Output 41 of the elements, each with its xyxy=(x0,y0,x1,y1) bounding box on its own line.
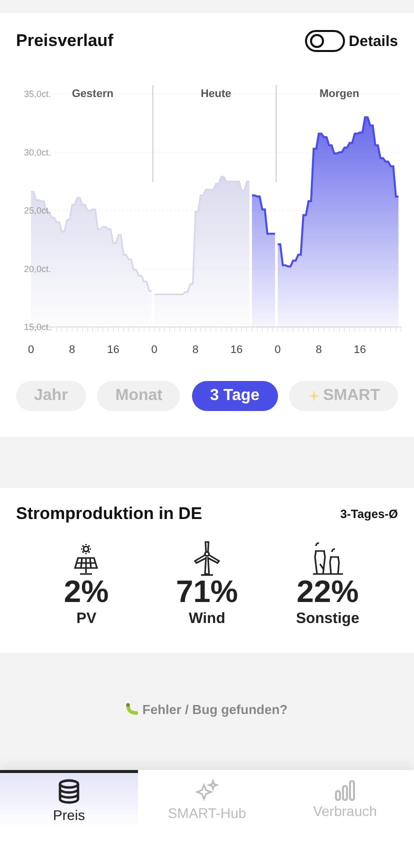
hour-label: 8 xyxy=(192,344,198,356)
hour-label: 0 xyxy=(274,344,281,356)
bug-report-link[interactable]: Fehler / Bug gefunden? xyxy=(142,702,288,716)
card-title: Preisverlauf xyxy=(16,31,114,51)
share-value: 71% xyxy=(176,576,238,608)
sparkle-icon xyxy=(307,389,322,403)
day-label: Morgen xyxy=(319,88,360,100)
share-value: 2% xyxy=(64,576,109,608)
nav-tab[interactable]: Verbrauch xyxy=(276,770,414,829)
day-label: Gestern xyxy=(72,88,114,100)
caterpillar-icon xyxy=(126,703,138,715)
hour-label: 8 xyxy=(69,344,76,356)
card-title: Stromproduktion in DE xyxy=(16,504,202,524)
bar-chart-icon xyxy=(334,779,356,801)
hour-label: 8 xyxy=(316,344,322,356)
range-tab[interactable]: Jahr xyxy=(16,381,86,411)
axis-label: 30,0ct. xyxy=(24,147,52,158)
share-value: 22% xyxy=(296,576,359,608)
hour-label: 16 xyxy=(354,344,366,356)
toggle-label: Details xyxy=(348,32,398,50)
axis-label: 20,0ct. xyxy=(24,264,52,274)
range-tab[interactable]: 3 Tage xyxy=(192,381,278,411)
details-toggle[interactable] xyxy=(304,30,345,52)
source-label: Wind xyxy=(188,610,226,627)
axis-label: 15,0ct. xyxy=(24,322,52,332)
sparkles-icon xyxy=(195,779,219,803)
database-icon xyxy=(57,779,81,805)
axis-label: 25,0ct. xyxy=(24,206,52,216)
wind-turbine-icon xyxy=(192,540,222,576)
period-label: 3-Tages-Ø xyxy=(340,507,398,521)
hour-label: 0 xyxy=(151,344,158,356)
range-tab[interactable]: Monat xyxy=(97,381,180,411)
hour-label: 16 xyxy=(230,344,243,356)
axis-label: 35,0ct. xyxy=(24,89,52,99)
day-label: Heute xyxy=(200,88,232,100)
nav-tab[interactable]: Preis xyxy=(0,770,138,829)
hour-label: 16 xyxy=(107,344,120,356)
source-label: PV xyxy=(76,610,96,627)
hour-label: 0 xyxy=(28,344,34,356)
source-label: Sonstige xyxy=(296,610,360,627)
range-tab[interactable]: SMART xyxy=(289,381,398,411)
